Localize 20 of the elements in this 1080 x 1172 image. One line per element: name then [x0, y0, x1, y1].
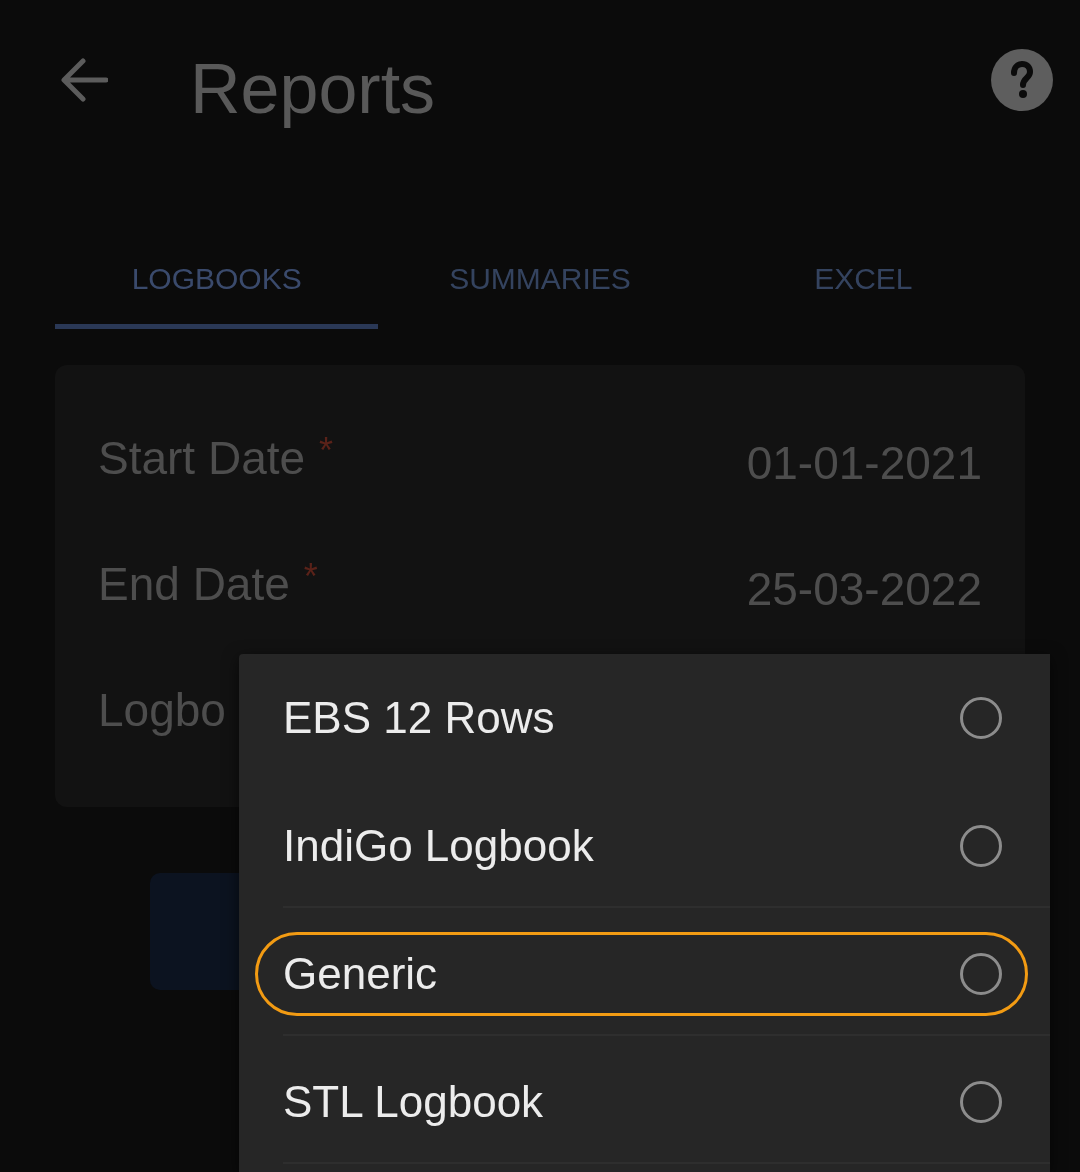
date-value[interactable]: 25-03-2022 — [746, 554, 982, 624]
menu-option[interactable]: Generic — [255, 932, 1028, 1016]
radio-button[interactable] — [960, 825, 1002, 867]
tab[interactable]: LOGBOOKS — [55, 229, 379, 329]
field-label: Logbo — [98, 682, 226, 738]
tab[interactable]: EXCEL — [701, 229, 1025, 329]
field-label: Start Date — [98, 430, 306, 486]
help-icon[interactable] — [991, 49, 1053, 111]
back-arrow-icon[interactable] — [60, 58, 108, 102]
menu-option[interactable]: STL Logbook — [255, 1060, 1028, 1144]
field-label: End Date — [98, 556, 290, 612]
radio-button[interactable] — [960, 953, 1002, 995]
menu-option[interactable]: IndiGo Logbook — [255, 804, 1028, 888]
menu-option[interactable]: EBS 12 Rows — [255, 676, 1028, 760]
date-value[interactable]: 01-01-2021 — [746, 428, 982, 498]
required-mark: * — [303, 559, 318, 595]
tab[interactable]: SUMMARIES — [378, 229, 702, 329]
radio-button[interactable] — [960, 697, 1002, 739]
radio-button[interactable] — [960, 1081, 1002, 1123]
required-mark: * — [319, 433, 334, 469]
